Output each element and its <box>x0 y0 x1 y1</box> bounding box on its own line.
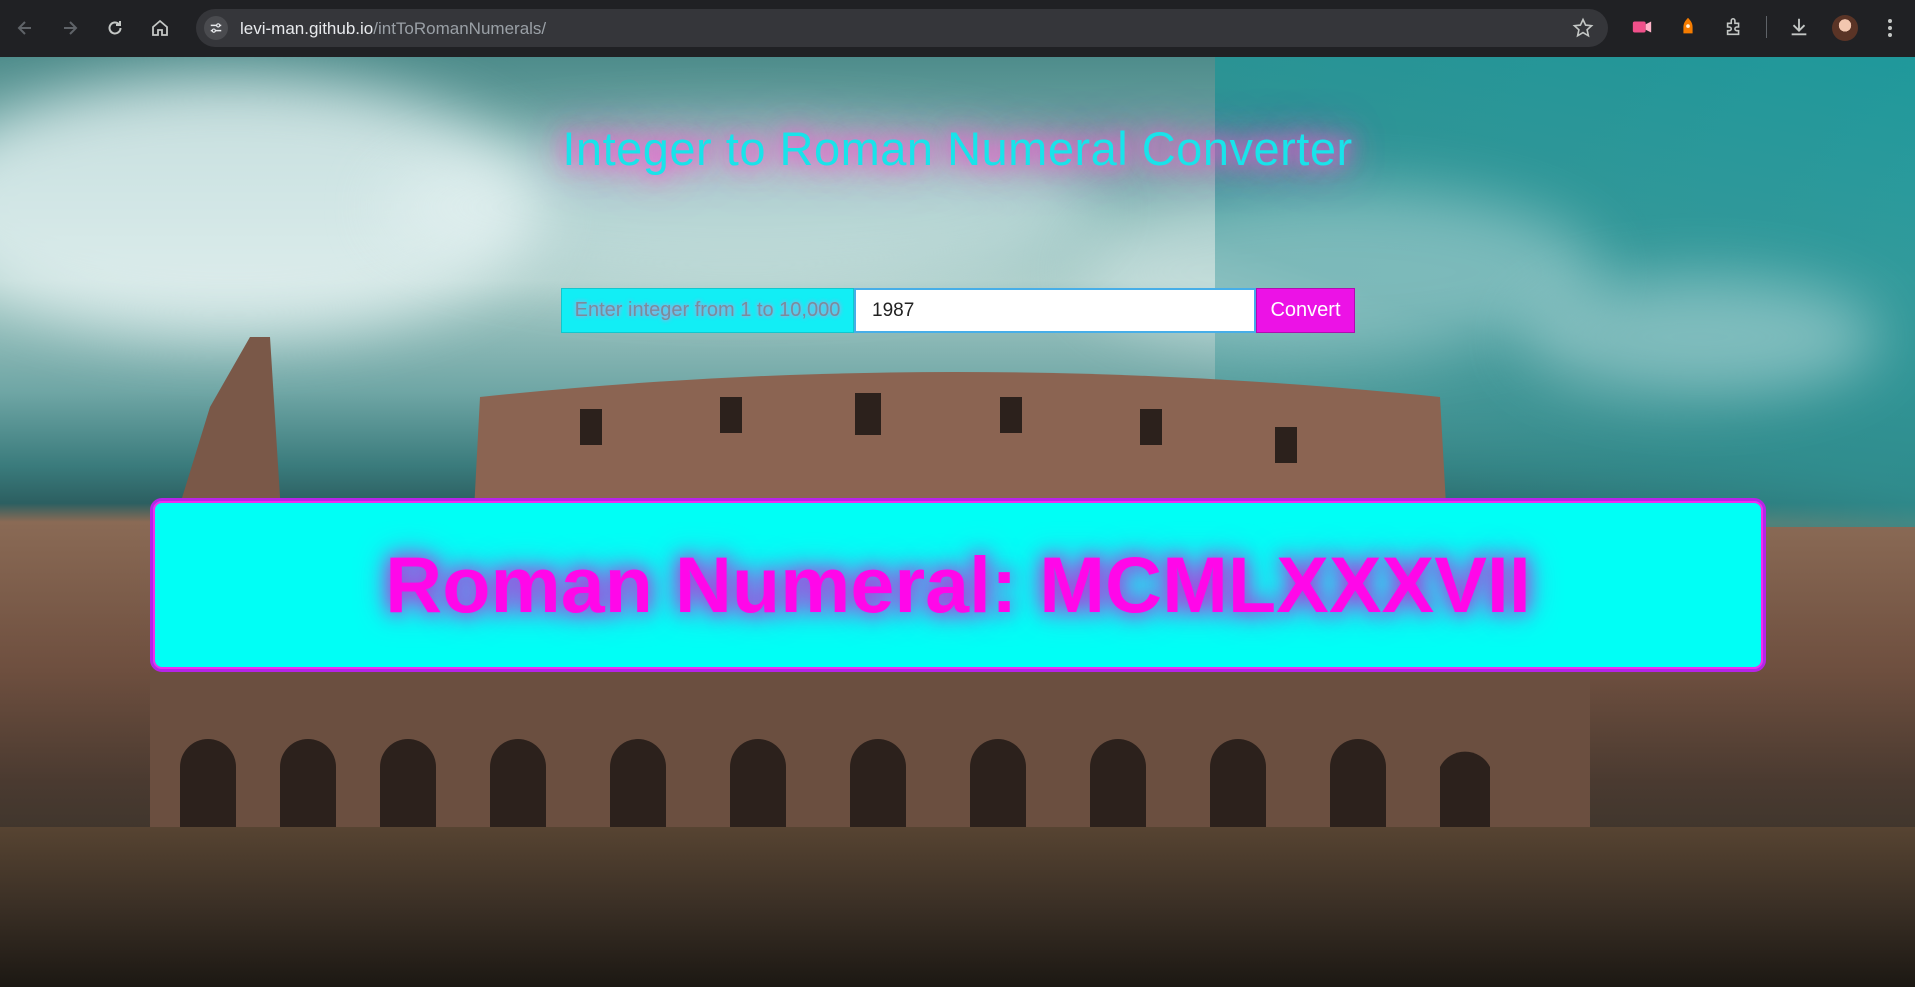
address-bar[interactable]: levi-man.github.io/intToRomanNumerals/ <box>196 9 1608 47</box>
avatar[interactable] <box>1832 15 1858 41</box>
download-icon[interactable] <box>1787 15 1811 39</box>
url-path: /intToRomanNumerals/ <box>373 19 547 38</box>
input-label: Enter integer from 1 to 10,000 <box>561 288 854 333</box>
reload-icon[interactable] <box>101 14 129 42</box>
page-title: Integer to Roman Numeral Converter <box>562 122 1353 175</box>
forward-icon[interactable] <box>56 14 84 42</box>
extension-icon[interactable] <box>1676 15 1700 39</box>
convert-form: Enter integer from 1 to 10,000 Convert <box>561 288 1355 333</box>
integer-input[interactable] <box>854 288 1256 333</box>
url-host: levi-man.github.io <box>240 19 374 38</box>
back-icon[interactable] <box>11 14 39 42</box>
ground <box>0 827 1915 987</box>
convert-button[interactable]: Convert <box>1256 288 1355 333</box>
url-text[interactable]: levi-man.github.io/intToRomanNumerals/ <box>240 19 546 39</box>
browser-toolbar: levi-man.github.io/intToRomanNumerals/ <box>0 0 1915 57</box>
result-panel: Roman Numeral: MCMLXXXVII <box>150 498 1766 672</box>
bookmark-star-icon[interactable] <box>1572 17 1594 39</box>
extensions-puzzle-icon[interactable] <box>1722 15 1746 39</box>
toolbar-divider <box>1766 16 1767 38</box>
page-viewport: Integer to Roman Numeral Converter Enter… <box>0 57 1915 987</box>
result-text: Roman Numeral: MCMLXXXVII <box>385 540 1531 629</box>
extension-icon[interactable] <box>1630 15 1654 39</box>
home-icon[interactable] <box>146 14 174 42</box>
site-settings-icon[interactable] <box>204 16 228 40</box>
menu-icon[interactable] <box>1884 16 1896 40</box>
